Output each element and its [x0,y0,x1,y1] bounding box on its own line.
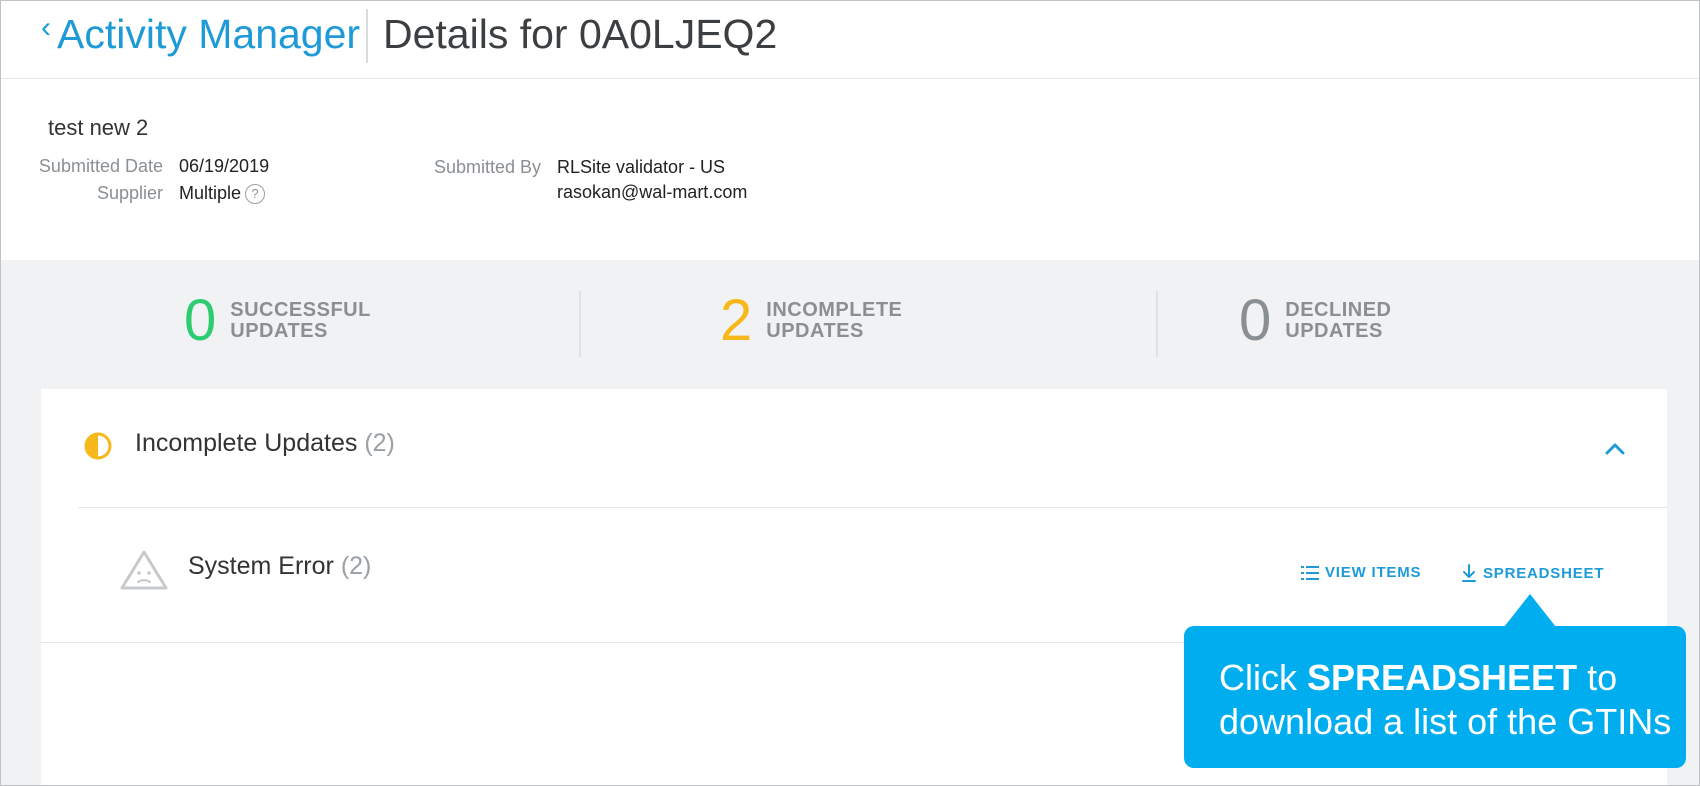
stat-declined-line1: DECLINED [1285,299,1392,321]
incomplete-updates-header[interactable]: Incomplete Updates (2) [41,389,1667,507]
update-stats: 0 SUCCESSFUL UPDATES 2 INCOMPLETE UPDATE… [1,261,1699,389]
chevron-up-icon[interactable] [1603,437,1627,461]
supplier-value-text: Multiple [179,183,242,203]
stat-divider [1156,291,1158,357]
incomplete-updates-title: Incomplete Updates (2) [135,429,395,458]
stat-successful-label: SUCCESSFUL UPDATES [230,300,380,342]
system-error-count: (2) [340,552,372,580]
activity-name: test new 2 [48,115,149,140]
stat-declined: 0 DECLINED UPDATES [1239,291,1435,351]
supplier-value: Multiple? [179,183,266,204]
system-error-label: System Error [188,552,334,580]
chevron-left-icon: ‹ [41,11,51,44]
page-title: Details for 0A0LJEQ2 [383,11,778,57]
stat-divider [579,291,581,357]
submitted-date-label: Submitted Date [38,156,163,176]
stat-successful: 0 SUCCESSFUL UPDATES [184,291,380,351]
help-icon[interactable]: ? [245,184,266,204]
spreadsheet-button[interactable]: SPREADSHEET [1461,564,1604,582]
spreadsheet-label: SPREADSHEET [1483,564,1605,582]
app-window: ‹ Activity Manager Details for 0A0LJEQ2 … [0,0,1700,786]
system-error-title: System Error (2) [188,552,371,581]
submitted-by-email: rasokan@wal-mart.com [557,182,748,202]
stat-incomplete: 2 INCOMPLETE UPDATES [720,291,916,351]
callout-line2: download a list of the GTINs [1219,701,1672,742]
stat-successful-line2: UPDATES [230,320,328,342]
stat-successful-line1: SUCCESSFUL [230,299,371,321]
instruction-callout: Click SPREADSHEET to download a list of … [1184,626,1686,768]
incomplete-updates-count: (2) [364,429,395,457]
stat-incomplete-line2: UPDATES [766,320,864,342]
stat-declined-line2: UPDATES [1285,320,1383,342]
callout-pointer [1504,594,1556,627]
callout-text: Click SPREADSHEET to download a list of … [1219,656,1671,744]
submitted-by-label: Submitted By [433,157,541,177]
stat-incomplete-line1: INCOMPLETE [766,299,903,321]
back-to-activity-manager-link[interactable]: ‹ Activity Manager [41,9,360,59]
stat-declined-label: DECLINED UPDATES [1285,300,1435,342]
stat-incomplete-count: 2 [720,288,753,353]
stat-declined-count: 0 [1239,288,1272,353]
incomplete-updates-label: Incomplete Updates [135,429,358,457]
list-icon [1301,565,1319,580]
warning-triangle-icon [120,550,168,590]
system-error-row: System Error (2) VIEW ITEMS SPREADSHEET [41,508,1667,642]
stat-incomplete-label: INCOMPLETE UPDATES [766,300,916,342]
back-link-label: Activity Manager [57,11,361,57]
submitted-by-name: RLSite validator - US [557,157,726,177]
activity-summary: test new 2 Submitted Date 06/19/2019 Sup… [1,79,1699,260]
view-items-label: VIEW ITEMS [1325,564,1422,581]
half-circle-icon [84,432,112,460]
callout-bold: SPREADSHEET [1307,657,1578,698]
title-divider [366,9,368,63]
submitted-date-value: 06/19/2019 [179,156,270,176]
callout-pre: Click [1219,657,1307,698]
top-bar: ‹ Activity Manager Details for 0A0LJEQ2 [1,1,1699,79]
stat-successful-count: 0 [184,288,217,353]
supplier-label: Supplier [96,183,163,203]
download-icon [1462,564,1476,582]
callout-post: to [1577,657,1618,698]
view-items-button[interactable]: VIEW ITEMS [1301,564,1421,581]
